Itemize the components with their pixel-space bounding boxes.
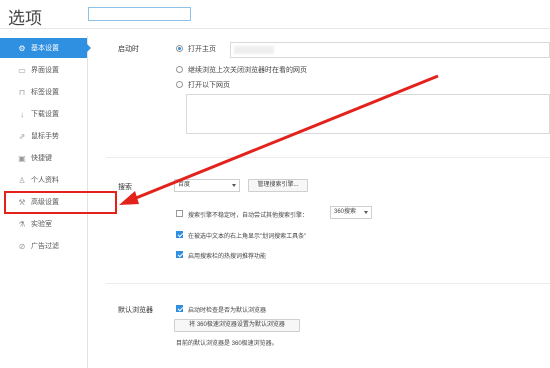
sidebar-item-basic[interactable]: ⚙ 基本设置: [0, 38, 91, 58]
sidebar-item-label: 标签设置: [31, 89, 59, 96]
startup-radio-continue[interactable]: [176, 66, 183, 73]
startup-option-continue: 继续浏览上次关闭浏览器时在看的网页: [188, 67, 307, 74]
default-browser-status: 目前的默认浏览器是 360极速浏览器。: [176, 341, 278, 347]
search-label: 搜索: [118, 184, 132, 191]
sidebar-item-label: 界面设置: [31, 67, 59, 74]
startup-radio-pages[interactable]: [176, 81, 183, 88]
annotation-arrow-head: [119, 191, 139, 205]
tab-icon: ⊓: [18, 87, 26, 97]
window-title: 选项: [8, 9, 42, 28]
sidebar-item-label: 鼠标手势: [31, 133, 59, 140]
default-browser-label: 默认浏览器: [118, 307, 153, 314]
chevron-down-icon: [232, 184, 236, 187]
sidebar-item-label: 快捷键: [31, 155, 52, 162]
section-divider: [106, 283, 550, 284]
settings-search-input[interactable]: [88, 7, 191, 21]
sidebar-item-tabs[interactable]: ⊓ 标签设置: [0, 82, 87, 102]
sidebar-item-lab[interactable]: ⚗ 实验室: [0, 214, 87, 234]
set-default-browser-button[interactable]: 将 360极速浏览器设置为默认浏览器: [174, 319, 300, 332]
sidebar-item-label: 基本设置: [31, 45, 59, 52]
sidebar-item-adblock[interactable]: ⊘ 广告过滤: [0, 236, 87, 256]
chevron-down-icon: [364, 211, 368, 214]
sidebar-item-label: 实验室: [31, 221, 52, 228]
startup-pages-list[interactable]: [186, 94, 550, 134]
sidebar-item-label: 广告过滤: [31, 243, 59, 250]
homepage-url-field[interactable]: [230, 42, 550, 58]
keyboard-icon: ▣: [18, 153, 26, 163]
hot-words-checkbox[interactable]: [176, 251, 183, 258]
fallback-engine-select[interactable]: 360搜索: [330, 206, 372, 219]
window-icon: ▭: [18, 65, 26, 75]
fallback-engine-value: 360搜索: [334, 209, 357, 215]
lab-icon: ⚗: [18, 219, 26, 229]
active-caret-icon: [87, 44, 91, 52]
homepage-url-blurred: [234, 46, 274, 54]
search-toolbar-checkbox[interactable]: [176, 231, 183, 238]
startup-option-homepage: 打开主页: [188, 46, 216, 53]
sidebar-item-label: 下载设置: [31, 111, 59, 118]
block-icon: ⊘: [18, 241, 26, 251]
sidebar-item-ui[interactable]: ▭ 界面设置: [0, 60, 87, 80]
startup-option-pages: 打开以下网页: [188, 82, 230, 89]
sidebar-item-shortcuts[interactable]: ▣ 快捷键: [0, 148, 87, 168]
manage-search-engines-button[interactable]: 管理搜索引擎...: [248, 179, 308, 192]
mouse-icon: ⇗: [18, 131, 26, 141]
gear-icon: ⚙: [18, 43, 26, 53]
search-toolbar-text: 在被选中文本的右上角显示"划词搜索工具条": [188, 234, 307, 240]
section-divider: [106, 157, 550, 158]
sidebar-item-mouse[interactable]: ⇗ 鼠标手势: [0, 126, 87, 146]
sidebar-item-profile[interactable]: ♙ 个人资料: [0, 170, 87, 190]
sidebar-item-label: 个人资料: [31, 177, 59, 184]
download-icon: ↓: [20, 109, 24, 119]
default-browser-check-checkbox[interactable]: [176, 305, 183, 312]
startup-radio-homepage[interactable]: [176, 45, 183, 52]
header-divider: [0, 28, 550, 29]
fallback-engine-text: 搜索引擎不稳定时，自动尝试其他搜索引擎：: [188, 213, 309, 219]
default-browser-check-text: 启动时检查是否为默认浏览器: [188, 308, 267, 314]
sidebar-item-download[interactable]: ↓ 下载设置: [0, 104, 87, 124]
startup-label: 启动时: [118, 46, 139, 53]
annotation-highlight-box: [4, 191, 117, 214]
search-engine-value: 百度: [178, 182, 191, 188]
hot-words-text: 启用搜索栏的热搜词推荐功能: [188, 254, 267, 260]
search-engine-select[interactable]: 百度: [174, 179, 240, 192]
person-icon: ♙: [18, 175, 26, 185]
fallback-engine-checkbox[interactable]: [176, 210, 183, 217]
